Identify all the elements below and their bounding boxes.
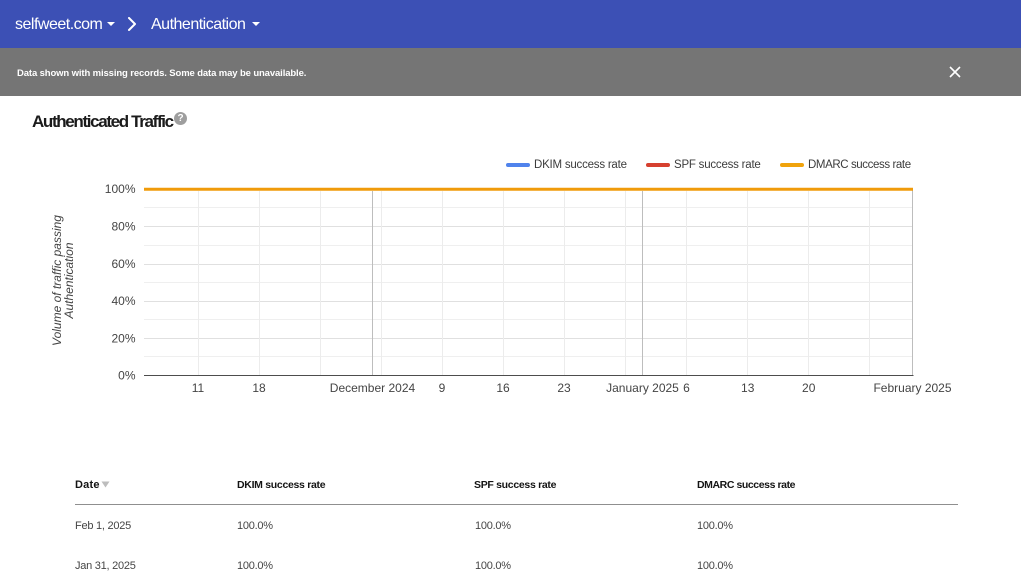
- svg-text:23: 23: [557, 381, 571, 395]
- svg-text:16: 16: [496, 381, 510, 395]
- svg-text:18: 18: [252, 381, 266, 395]
- svg-text:Authentication: Authentication: [62, 242, 76, 319]
- svg-text:80%: 80%: [111, 220, 135, 234]
- svg-text:60%: 60%: [111, 257, 135, 271]
- svg-text:20%: 20%: [111, 331, 135, 345]
- svg-text:20: 20: [802, 381, 816, 395]
- svg-text:February 2025: February 2025: [873, 381, 951, 395]
- svg-text:9: 9: [439, 381, 446, 395]
- svg-text:6: 6: [683, 381, 690, 395]
- svg-text:January 2025: January 2025: [606, 381, 679, 395]
- svg-text:100%: 100%: [105, 182, 136, 196]
- svg-text:40%: 40%: [111, 294, 135, 308]
- svg-text:13: 13: [741, 381, 755, 395]
- svg-text:0%: 0%: [118, 369, 136, 383]
- svg-text:December 2024: December 2024: [330, 381, 416, 395]
- svg-text:11: 11: [192, 381, 205, 395]
